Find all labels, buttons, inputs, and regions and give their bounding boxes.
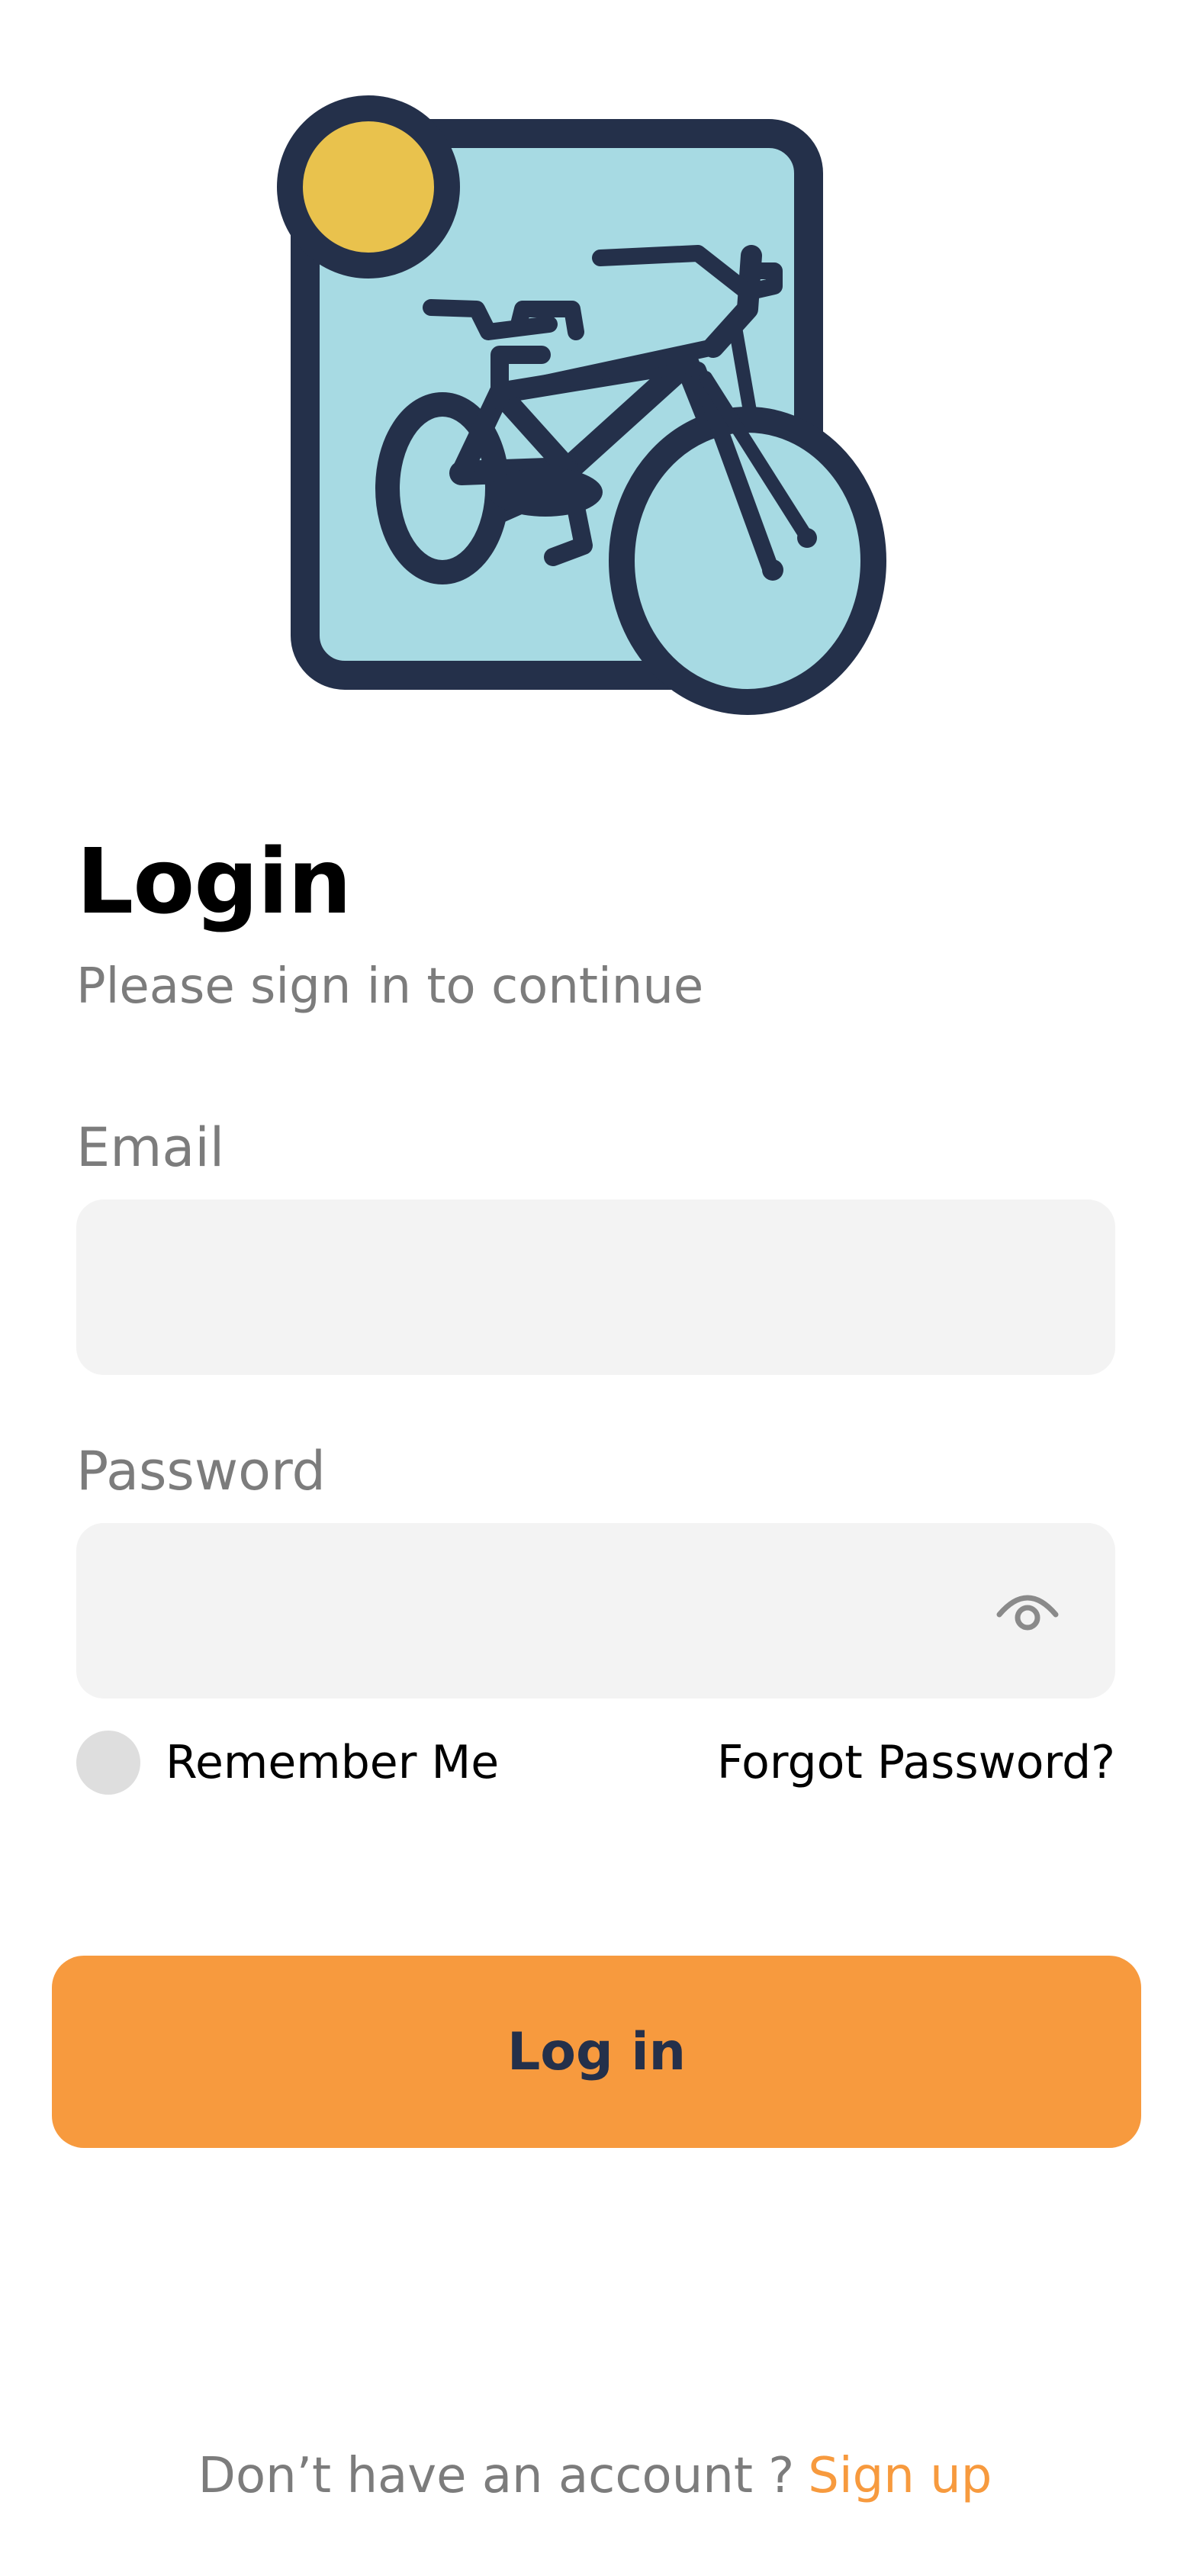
remember-me-radio[interactable] (76, 1731, 140, 1795)
login-button[interactable]: Log in (52, 1956, 1141, 2148)
signup-prompt: Don’t have an account ? (198, 2448, 795, 2504)
eye-icon[interactable] (993, 1583, 1062, 1636)
email-field-container (76, 1199, 1115, 1375)
forgot-password-link[interactable]: Forgot Password? (717, 1731, 1115, 1795)
email-field[interactable] (76, 1199, 1115, 1375)
page-subtitle: Please sign in to continue (76, 958, 704, 1015)
signup-link[interactable]: Sign up (808, 2448, 992, 2504)
page-title: Login (76, 829, 352, 934)
email-label: Email (76, 1116, 225, 1179)
remember-me-label: Remember Me (166, 1736, 500, 1789)
bicycle-logo-icon (277, 95, 886, 715)
form-options-row: Remember Me Forgot Password? (76, 1731, 1115, 1795)
remember-me-toggle[interactable]: Remember Me (76, 1731, 499, 1795)
password-field-container (76, 1523, 1115, 1699)
password-label: Password (76, 1440, 326, 1502)
password-field[interactable] (76, 1523, 1115, 1699)
signup-row: Don’t have an account ? Sign up (0, 2442, 1190, 2510)
